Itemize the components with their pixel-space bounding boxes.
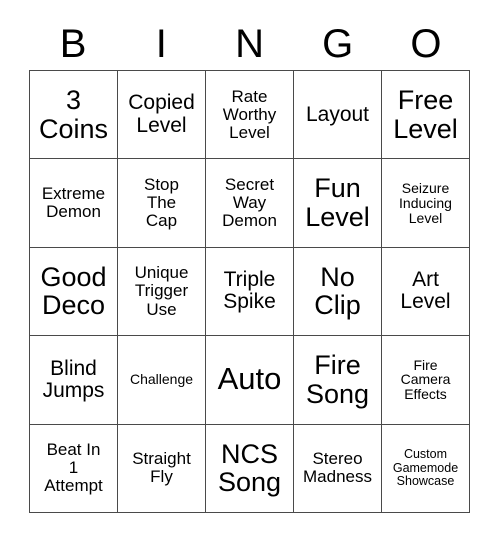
header-letter-b: B [59,22,87,66]
bingo-cell-label: Extreme Demon [41,184,106,222]
bingo-cell-label: Stop The Cap [144,175,179,231]
bingo-cell-label: Challenge [129,371,194,388]
bingo-cell[interactable]: Challenge [118,336,206,425]
bingo-cell-label: Blind Jumps [42,356,105,402]
bingo-cell[interactable]: Art Level [382,247,470,337]
bingo-cell[interactable]: Fun Level [294,159,382,248]
bingo-cell[interactable]: NCS Song [206,424,294,513]
bingo-grid: 3 Coins Copied Level Rate Worthy Level Layo… [29,70,470,513]
bingo-cell-label: 3 Coins [38,85,109,144]
header-letter-i: I [155,22,167,66]
bingo-cell-label: Copied Level [128,91,195,137]
bingo-cell-label: NCS Song [217,438,282,498]
bingo-cell-label: Fire Song [305,350,370,409]
bingo-cell-label: Secret Way Demon [222,175,277,231]
bingo-cell-label: Unique Trigger Use [134,263,189,319]
bingo-cell-label: Triple Spike [223,268,276,314]
bingo-cell[interactable]: Straight Fly [118,424,206,513]
bingo-cell-label: Layout [305,102,370,126]
bingo-cell[interactable]: No Clip [294,247,382,337]
bingo-cell-label: Auto [217,361,282,397]
bingo-cell[interactable]: Secret Way Demon [206,159,294,248]
bingo-cell-label: Good Deco [40,261,107,321]
bingo-cell[interactable]: Fire Camera Effects [382,336,470,425]
bingo-cell-label: Straight Fly [132,449,191,487]
header-letter-o: O [410,22,442,66]
bingo-cell[interactable]: Free Level [382,71,470,160]
bingo-cell[interactable]: Fire Song [294,336,382,425]
bingo-cell[interactable]: 3 Coins [30,71,118,160]
bingo-cell[interactable]: Auto [206,336,294,425]
bingo-cell-label: Fire Camera Effects [400,356,451,403]
bingo-cell-label: Custom Gamemode Showcase [392,447,459,488]
bingo-header: B I N G O [29,18,470,70]
bingo-cell[interactable]: Blind Jumps [30,336,118,425]
bingo-cell-label: Seizure Inducing Level [399,179,452,226]
header-letter-g: G [322,22,354,66]
bingo-cell[interactable]: Copied Level [118,71,206,160]
bingo-cell-label: No Clip [314,261,361,321]
bingo-cell[interactable]: Unique Trigger Use [118,247,206,337]
bingo-cell[interactable]: Rate Worthy Level [206,71,294,160]
bingo-cell-label: Free Level [393,85,458,144]
bingo-cell-label: Art Level [400,268,451,314]
bingo-cell[interactable]: Layout [294,71,382,160]
bingo-cell[interactable]: Beat In 1 Attempt [30,424,118,513]
bingo-cell[interactable]: Seizure Inducing Level [382,159,470,248]
bingo-cell-label: Fun Level [305,173,370,233]
bingo-cell[interactable]: Triple Spike [206,247,294,337]
bingo-cell[interactable]: Stop The Cap [118,159,206,248]
bingo-cell[interactable]: Extreme Demon [30,159,118,248]
bingo-cell[interactable]: Good Deco [30,247,118,337]
bingo-card: B I N G O 3 Coins Copied Level Rate Worthy… [0,0,500,544]
bingo-cell[interactable]: Custom Gamemode Showcase [382,424,470,513]
bingo-cell[interactable]: Stereo Madness [294,424,382,513]
bingo-cell-label: Rate Worthy Level [222,86,277,142]
bingo-cell-label: Beat In 1 Attempt [44,440,103,496]
header-letter-n: N [235,22,264,66]
bingo-cell-label: Stereo Madness [303,449,372,487]
